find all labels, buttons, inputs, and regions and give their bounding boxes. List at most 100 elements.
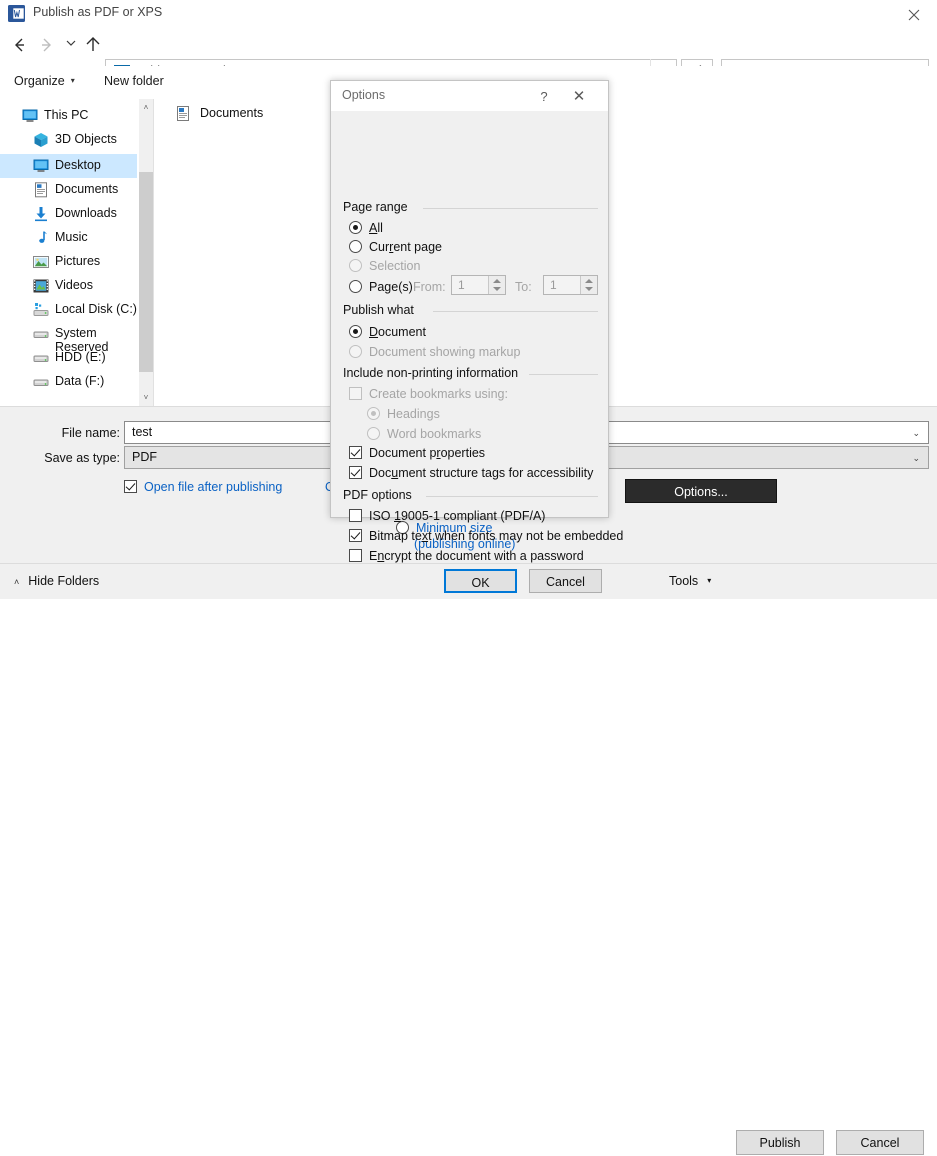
- sidebar-item-label: Downloads: [55, 206, 117, 220]
- sidebar-item-label: Desktop: [55, 158, 101, 172]
- options-cancel-button[interactable]: Cancel: [529, 569, 602, 593]
- disk-icon: [33, 302, 49, 318]
- sidebar-item-videos[interactable]: Videos: [0, 274, 137, 298]
- radio-icon: [367, 407, 380, 420]
- filename-value: test: [132, 425, 152, 439]
- create-bookmarks-checkbox: Create bookmarks using:: [349, 387, 508, 401]
- radio-icon: [349, 240, 362, 253]
- options-button[interactable]: Options...: [625, 479, 777, 503]
- organize-menu[interactable]: Organize▾: [14, 74, 75, 88]
- encrypt-password-label: Encrypt the document with a password: [369, 549, 584, 563]
- options-dialog-title: Options: [342, 88, 385, 102]
- scrollbar-thumb[interactable]: [139, 172, 153, 372]
- radio-icon: [367, 427, 380, 440]
- savetype-label: Save as type:: [10, 451, 120, 465]
- bitmap-text-checkbox[interactable]: Bitmap text when fonts may not be embedd…: [349, 529, 623, 543]
- sidebar-item-label: Local Disk (C:): [55, 302, 137, 316]
- pdf-options-label: PDF options: [343, 488, 418, 502]
- recent-locations-chevron-down-icon[interactable]: [60, 35, 82, 57]
- sidebar-item-label: 3D Objects: [55, 132, 117, 146]
- document-icon: [33, 182, 49, 198]
- scroll-down-icon[interactable]: ˅: [139, 389, 153, 406]
- navigation-scrollbar[interactable]: ˄ ˅: [139, 99, 153, 406]
- sidebar-item-pictures[interactable]: Pictures: [0, 250, 137, 274]
- document-properties-checkbox[interactable]: Document properties: [349, 446, 485, 460]
- pc-icon: [22, 108, 38, 124]
- checkbox-icon: [124, 480, 137, 493]
- sidebar-item-desktop[interactable]: Desktop: [0, 154, 137, 178]
- page-range-option-current-page[interactable]: Current page: [349, 240, 442, 254]
- tools-menu[interactable]: Tools ▾: [669, 574, 711, 588]
- open-after-publishing-label: Open file after publishing: [144, 480, 282, 494]
- page-range-all-label: All: [369, 221, 383, 235]
- iso-compliant-checkbox[interactable]: ISO 19005-1 compliant (PDF/A): [349, 509, 545, 523]
- publish-what-label: Publish what: [343, 303, 420, 317]
- options-dialog: Options ? ✕ Page range All Current page …: [330, 80, 609, 518]
- publish-as-pdf-dialog: Publish as PDF or XPS: [0, 0, 937, 598]
- scroll-up-icon[interactable]: ˄: [139, 99, 153, 116]
- to-value: 1: [550, 278, 557, 292]
- page-range-option-pages[interactable]: Page(s): [349, 280, 413, 294]
- publish-what-option-document[interactable]: Document: [349, 325, 426, 339]
- sidebar-item-hdd-e[interactable]: HDD (E:): [0, 346, 137, 370]
- filename-dropdown-chevron-down-icon[interactable]: ⌄: [912, 428, 920, 439]
- sidebar-item-data-f[interactable]: Data (F:): [0, 370, 137, 394]
- hide-folders-button[interactable]: ˄Hide Folders: [14, 574, 99, 588]
- open-after-publishing-checkbox[interactable]: Open file after publishing: [124, 480, 282, 494]
- chevron-down-icon: ▾: [707, 576, 711, 585]
- publish-what-markup-label: Document showing markup: [369, 345, 520, 359]
- options-dialog-title-bar: Options ? ✕: [331, 81, 608, 111]
- sidebar-item-documents[interactable]: Documents: [0, 178, 137, 202]
- document-structure-tags-checkbox[interactable]: Document structure tags for accessibilit…: [349, 466, 593, 480]
- navigation-bar: › This PC › Desktop Search Desktop: [0, 28, 937, 64]
- iso-compliant-label: ISO 19005-1 compliant (PDF/A): [369, 509, 545, 523]
- window-title: Publish as PDF or XPS: [33, 5, 162, 19]
- new-folder-button[interactable]: New folder: [104, 74, 164, 88]
- page-range-from-label: From:: [413, 280, 446, 294]
- page-range-current-page-label: Current page: [369, 240, 442, 254]
- sidebar-item-3d-objects[interactable]: 3D Objects: [0, 128, 137, 152]
- window-close-icon[interactable]: [891, 0, 937, 28]
- page-range-option-all[interactable]: All: [349, 221, 383, 235]
- savetype-dropdown-chevron-down-icon[interactable]: ⌄: [912, 453, 920, 464]
- options-help-icon[interactable]: ?: [531, 86, 557, 108]
- checkbox-icon: [349, 387, 362, 400]
- page-range-label: Page range: [343, 200, 414, 214]
- word-bookmarks-radio: Word bookmarks: [367, 427, 481, 441]
- non-printing-label: Include non-printing information: [343, 366, 524, 380]
- documents-folder-icon: [176, 106, 192, 122]
- document-structure-tags-label: Document structure tags for accessibilit…: [369, 466, 593, 480]
- desktop-icon: [33, 158, 49, 174]
- sidebar-item-label: This PC: [44, 108, 88, 122]
- chevron-up-icon: ˄: [14, 577, 19, 587]
- up-arrow-icon[interactable]: [82, 35, 104, 57]
- sidebar-item-local-disk-c[interactable]: Local Disk (C:): [0, 298, 137, 322]
- back-arrow-icon[interactable]: [8, 35, 30, 57]
- sidebar-item-label: Documents: [55, 182, 118, 196]
- cube-icon: [33, 132, 49, 148]
- sidebar-item-label: Music: [55, 230, 88, 244]
- title-bar: Publish as PDF or XPS: [0, 0, 937, 28]
- radio-icon: [349, 345, 362, 358]
- chevron-down-icon: ▾: [71, 76, 75, 85]
- sidebar-item-downloads[interactable]: Downloads: [0, 202, 137, 226]
- sidebar-item-this-pc[interactable]: This PC: [0, 104, 137, 128]
- encrypt-password-checkbox[interactable]: Encrypt the document with a password: [349, 549, 584, 563]
- picture-icon: [33, 254, 49, 270]
- drive-icon: [33, 326, 49, 342]
- checkbox-icon: [349, 466, 362, 479]
- options-ok-button[interactable]: OK: [444, 569, 517, 593]
- create-bookmarks-label: Create bookmarks using:: [369, 387, 508, 401]
- checkbox-icon: [349, 529, 362, 542]
- sidebar-item-music[interactable]: Music: [0, 226, 137, 250]
- page-range-to-label: To:: [515, 280, 532, 294]
- cancel-button[interactable]: Cancel: [836, 1130, 924, 1155]
- page-range-from-input: 1: [451, 275, 506, 295]
- radio-icon: [349, 325, 362, 338]
- bookmarks-headings-radio: Headings: [367, 407, 440, 421]
- publish-button[interactable]: Publish: [736, 1130, 824, 1155]
- options-close-icon[interactable]: ✕: [561, 86, 597, 108]
- sidebar-item-system-reserved[interactable]: System Reserved: [0, 322, 137, 346]
- page-range-to-input: 1: [543, 275, 598, 295]
- tools-label: Tools: [669, 574, 698, 588]
